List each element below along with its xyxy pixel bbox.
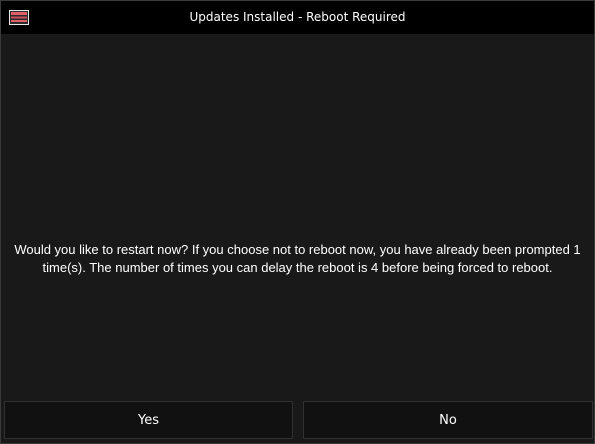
reboot-message: Would you like to restart now? If you ch…	[14, 242, 581, 275]
window-title: Updates Installed - Reboot Required	[189, 10, 406, 24]
no-button[interactable]: No	[303, 401, 593, 439]
dialog-window: Updates Installed - Reboot Required Woul…	[0, 0, 595, 444]
title-bar[interactable]: Updates Installed - Reboot Required	[1, 1, 594, 34]
yes-button[interactable]: Yes	[4, 401, 293, 439]
